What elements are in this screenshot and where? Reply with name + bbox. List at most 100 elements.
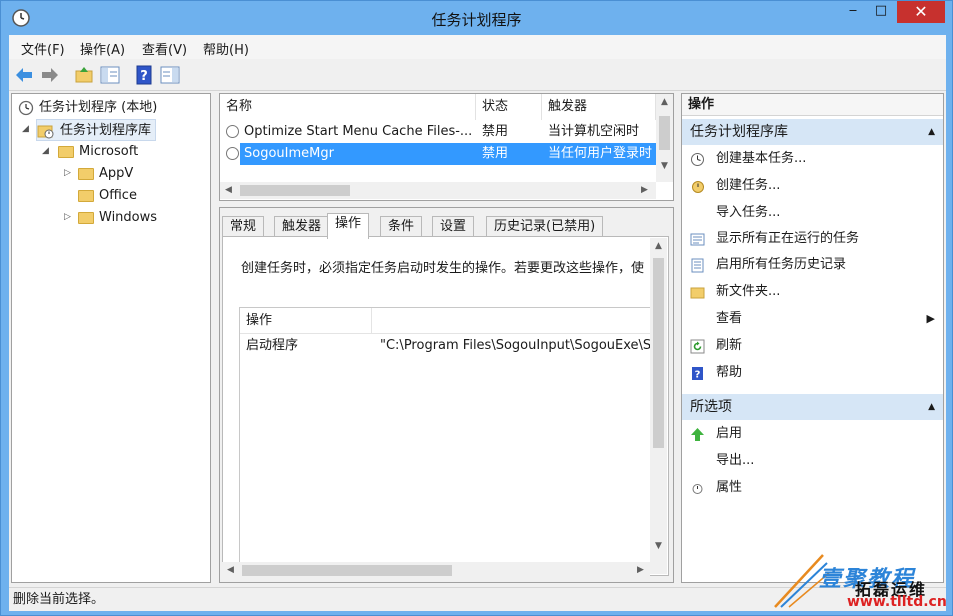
detail-vscrollbar[interactable]: ▲ ▼: [650, 238, 667, 574]
navigation-tree: 任务计划程序 (本地) ◢ 任务计划程序库 ◢ Microsoft ▷ AppV…: [11, 93, 211, 583]
maximize-button[interactable]: □: [867, 1, 895, 23]
task-row-selected[interactable]: SogouImeMgr 禁用 当任何用户登录时: [226, 143, 656, 165]
scroll-thumb[interactable]: [242, 565, 452, 576]
column-header-name[interactable]: 名称: [220, 94, 476, 120]
action-create-basic-task[interactable]: 创建基本任务...: [682, 146, 943, 172]
action-create-task[interactable]: 创建任务...: [682, 173, 943, 199]
tree-item-office[interactable]: Office: [78, 185, 137, 207]
scroll-down-icon[interactable]: ▼: [650, 538, 667, 555]
section-header-library[interactable]: 任务计划程序库 ▲: [682, 119, 943, 145]
task-list-hscrollbar[interactable]: ◀ ▶: [220, 182, 656, 199]
scroll-right-icon[interactable]: ▶: [632, 562, 649, 579]
expand-caret-icon[interactable]: ◢: [22, 124, 29, 134]
collapsed-caret-icon[interactable]: ▷: [64, 212, 71, 222]
site-watermark: 壹聚教程 拓磊运维 www.tlltd.cn: [771, 549, 949, 611]
close-button[interactable]: ✕: [897, 1, 945, 23]
tree-library-label: 任务计划程序库: [60, 123, 152, 138]
up-folder-icon[interactable]: [73, 64, 95, 86]
task-status: 禁用: [482, 124, 509, 139]
back-arrow-icon[interactable]: [13, 64, 35, 86]
minimize-button[interactable]: ‒: [839, 1, 867, 23]
submenu-arrow-icon: ▶: [926, 312, 935, 325]
action-refresh[interactable]: 刷新: [682, 333, 943, 359]
task-trigger: 当计算机空闲时: [548, 124, 640, 139]
forward-arrow-icon[interactable]: [39, 64, 61, 86]
expand-caret-icon[interactable]: ◢: [42, 146, 49, 156]
running-tasks-icon: [690, 233, 705, 246]
scroll-left-icon[interactable]: ◀: [222, 562, 239, 579]
menu-file[interactable]: 文件(F): [21, 39, 65, 58]
section-header-label: 任务计划程序库: [690, 124, 788, 140]
task-status: 禁用: [482, 146, 509, 161]
tab-triggers[interactable]: 触发器: [274, 216, 330, 238]
folder-icon: [58, 145, 74, 158]
tab-general[interactable]: 常规: [222, 216, 265, 238]
scroll-left-icon[interactable]: ◀: [220, 182, 237, 199]
task-name: SogouImeMgr: [244, 146, 334, 161]
folder-icon: [78, 167, 94, 180]
action-export[interactable]: 导出...: [682, 448, 943, 474]
action-label: 导出...: [716, 453, 755, 468]
tab-actions[interactable]: 操作: [327, 213, 370, 239]
title-bar[interactable]: 任务计划程序 ‒ □ ✕: [1, 1, 952, 35]
action-import-task[interactable]: 导入任务...: [682, 200, 943, 226]
action-show-running[interactable]: 显示所有正在运行的任务: [682, 226, 943, 252]
tree-item-windows[interactable]: Windows: [78, 207, 157, 229]
enable-icon: [691, 428, 704, 441]
column-header-status[interactable]: 状态: [476, 94, 542, 120]
refresh-icon: [690, 339, 705, 354]
detail-hscrollbar[interactable]: ◀ ▶: [222, 562, 650, 579]
help-icon[interactable]: ?: [133, 64, 155, 86]
folder-icon: [78, 189, 94, 202]
tab-conditions[interactable]: 条件: [380, 216, 423, 238]
section-header-selected[interactable]: 所选项 ▲: [682, 394, 943, 420]
show-action-pane-icon[interactable]: [159, 64, 181, 86]
menu-view[interactable]: 查看(V): [142, 39, 187, 58]
collapse-arrow-icon[interactable]: ▲: [928, 119, 935, 145]
menu-action[interactable]: 操作(A): [80, 39, 125, 58]
collapsed-caret-icon[interactable]: ▷: [64, 168, 71, 178]
task-name: Optimize Start Menu Cache Files-...: [244, 124, 473, 139]
column-header-trigger[interactable]: 触发器: [542, 94, 656, 120]
action-enable-history[interactable]: 启用所有任务历史记录: [682, 252, 943, 278]
action-enable[interactable]: 启用: [682, 421, 943, 447]
tree-item-microsoft[interactable]: Microsoft: [58, 141, 138, 163]
client-area: 文件(F) 操作(A) 查看(V) 帮助(H) ? 任务计划程序 (本地) ◢ …: [9, 35, 946, 611]
actions-description: 创建任务时，必须指定任务启动时发生的操作。若要更改这些操作，使: [241, 261, 645, 276]
watermark-url: www.tlltd.cn: [847, 594, 947, 610]
action-view[interactable]: 查看 ▶: [682, 306, 943, 332]
task-detail-pane: 常规 触发器 操作 条件 设置 历史记录(已禁用) 创建任务时，必须指定任务启动…: [219, 207, 674, 583]
tree-windows-label: Windows: [99, 210, 158, 225]
collapse-arrow-icon[interactable]: ▲: [928, 394, 935, 420]
action-new-folder[interactable]: 新文件夹...: [682, 279, 943, 305]
action-label: 帮助: [716, 365, 743, 380]
scroll-thumb[interactable]: [240, 185, 350, 196]
scroll-down-icon[interactable]: ▼: [656, 158, 673, 175]
scroll-thumb[interactable]: [659, 116, 670, 150]
menu-help[interactable]: 帮助(H): [203, 39, 249, 58]
action-help[interactable]: ? 帮助: [682, 360, 943, 386]
task-row[interactable]: Optimize Start Menu Cache Files-... 禁用 当…: [220, 121, 656, 143]
task-list-vscrollbar[interactable]: ▲ ▼: [656, 94, 673, 182]
action-label: 创建基本任务...: [716, 151, 807, 166]
folder-icon: [78, 211, 94, 224]
scroll-right-icon[interactable]: ▶: [636, 182, 653, 199]
column-header-action[interactable]: 操作: [246, 308, 372, 334]
actions-pane: 操作 任务计划程序库 ▲ 创建基本任务... 创建任务... 导入任务... 显…: [681, 93, 944, 583]
tab-history[interactable]: 历史记录(已禁用): [486, 216, 604, 238]
table-row[interactable]: 启动程序 "C:\Program Files\SogouInput\SogouE…: [240, 334, 653, 358]
show-tree-icon[interactable]: [99, 64, 121, 86]
scroll-up-icon[interactable]: ▲: [650, 238, 667, 255]
action-label: 查看: [716, 311, 743, 326]
action-properties[interactable]: 属性: [682, 475, 943, 501]
tab-settings[interactable]: 设置: [432, 216, 475, 238]
scroll-up-icon[interactable]: ▲: [656, 94, 673, 111]
tree-item-appv[interactable]: AppV: [78, 163, 133, 185]
tree-office-label: Office: [99, 188, 137, 203]
action-label: 属性: [716, 480, 743, 495]
svg-text:?: ?: [140, 69, 148, 84]
tree-item-library[interactable]: 任务计划程序库: [36, 119, 157, 141]
task-trigger: 当任何用户登录时: [548, 146, 653, 161]
scroll-thumb[interactable]: [653, 258, 664, 448]
tree-root[interactable]: 任务计划程序 (本地): [18, 97, 157, 119]
